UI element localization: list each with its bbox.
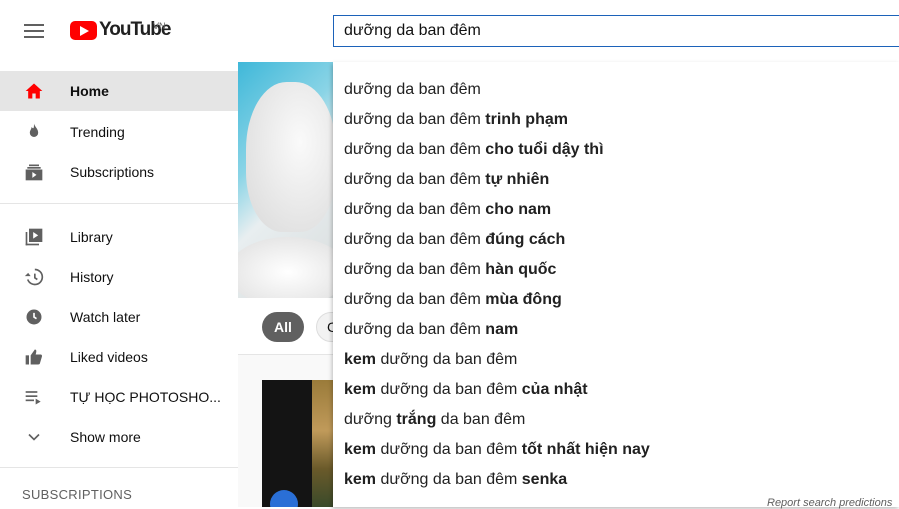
suggestion-completion: đúng cách xyxy=(485,231,566,248)
sidebar-item-library[interactable]: Library xyxy=(0,217,238,257)
sidebar-item-trending[interactable]: Trending xyxy=(0,112,238,152)
suggestion-text: dưỡng da ban đêm xyxy=(344,231,486,248)
suggestion-completion: mùa đông xyxy=(485,291,562,308)
suggestion-item[interactable]: dưỡng da ban đêm đúng cách xyxy=(344,231,565,249)
suggestion-item[interactable]: dưỡng da ban đêm nam xyxy=(344,321,518,339)
suggestion-completion: hàn quốc xyxy=(485,261,557,278)
history-icon xyxy=(24,268,44,286)
suggestion-item[interactable]: kem dưỡng da ban đêm của nhật xyxy=(344,381,588,399)
subscriptions-icon xyxy=(25,164,43,181)
sidebar-item-label: History xyxy=(70,269,114,285)
report-search-predictions-link[interactable]: Report search predictions xyxy=(767,497,892,509)
suggestion-completion: trinh phạm xyxy=(485,111,568,128)
suggestion-item[interactable]: dưỡng da ban đêm cho nam xyxy=(344,201,551,219)
video-thumbnail[interactable] xyxy=(262,380,342,507)
suggestion-item[interactable]: kem dưỡng da ban đêm tốt nhất hiện nay xyxy=(344,441,650,459)
suggestion-item[interactable]: dưỡng da ban đêm hàn quốc xyxy=(344,261,556,279)
suggestion-completion: tốt nhất hiện nay xyxy=(521,441,650,458)
suggestion-text: dưỡng da ban đêm xyxy=(344,261,486,278)
sidebar-item-label: Watch later xyxy=(70,309,141,325)
sidebar-item-label: Subscriptions xyxy=(70,164,155,180)
country-code: VN xyxy=(153,21,166,31)
sidebar-item-label: Show more xyxy=(70,429,141,445)
thumbs-up-icon xyxy=(25,349,43,365)
suggestion-completion: nam xyxy=(485,321,519,338)
suggestion-item[interactable]: dưỡng da ban đêm trinh phạm xyxy=(344,111,568,129)
sidebar-item-label: TỰ HỌC PHOTOSHO... xyxy=(70,389,221,405)
suggestion-text: dưỡng da ban đêm xyxy=(344,321,486,338)
suggestion-item[interactable]: dưỡng da ban đêm cho tuổi dậy thì xyxy=(344,141,604,159)
suggestion-prefix: kem xyxy=(344,471,377,488)
sidebar-item-playlist[interactable]: TỰ HỌC PHOTOSHO... xyxy=(0,377,238,417)
suggestion-completion: cho nam xyxy=(485,201,552,218)
sidebar-item-subscriptions[interactable]: Subscriptions xyxy=(0,152,238,192)
suggestion-text: dưỡng da ban đêm xyxy=(344,171,486,188)
suggestion-prefix: kem xyxy=(344,381,377,398)
home-icon xyxy=(25,83,43,99)
suggestion-text: dưỡng da ban đêm xyxy=(376,351,518,368)
sidebar-item-label: Liked videos xyxy=(70,349,148,365)
play-logo-icon xyxy=(70,20,97,40)
suggestion-prefix: kem xyxy=(344,441,377,458)
sidebar-item-label: Trending xyxy=(70,124,125,140)
suggestion-text: dưỡng da ban đêm xyxy=(344,81,481,98)
sidebar-item-home[interactable]: Home xyxy=(0,71,238,111)
suggestion-text: dưỡng da ban đêm xyxy=(376,471,522,488)
search-input[interactable] xyxy=(333,15,899,47)
sidebar-item-label: Library xyxy=(70,229,113,245)
playlist-icon xyxy=(25,391,41,405)
divider xyxy=(0,467,238,468)
suggestion-completion: senka xyxy=(521,471,568,488)
suggestion-text: da ban đêm xyxy=(436,411,526,428)
suggestion-completion: cho tuổi dậy thì xyxy=(485,141,604,158)
suggestion-text: dưỡng xyxy=(344,411,397,428)
sidebar-item-label: Home xyxy=(70,83,109,99)
suggestion-completion: trắng xyxy=(396,411,437,428)
suggestion-item[interactable]: dưỡng trắng da ban đêm xyxy=(344,411,525,429)
trending-icon xyxy=(29,123,39,137)
search-suggestions-dropdown: dưỡng da ban đêm dưỡng da ban đêm trinh … xyxy=(333,62,899,509)
suggestion-text: dưỡng da ban đêm xyxy=(376,381,522,398)
suggestion-item[interactable]: kem dưỡng da ban đêm xyxy=(344,351,517,369)
suggestion-completion: tự nhiên xyxy=(485,171,550,188)
library-icon xyxy=(25,228,43,246)
sidebar-item-liked-videos[interactable]: Liked videos xyxy=(0,337,238,377)
divider xyxy=(0,203,238,204)
sidebar-item-show-more[interactable]: Show more xyxy=(0,417,238,457)
suggestion-item[interactable]: dưỡng da ban đêm xyxy=(344,81,481,99)
suggestion-text: dưỡng da ban đêm xyxy=(344,201,486,218)
subscriptions-section-title: SUBSCRIPTIONS xyxy=(22,487,133,502)
channel-badge-icon xyxy=(270,490,298,507)
chevron-down-icon xyxy=(28,433,40,441)
suggestion-prefix: kem xyxy=(344,351,377,368)
sidebar-item-history[interactable]: History xyxy=(0,257,238,297)
sidebar-item-watch-later[interactable]: Watch later xyxy=(0,297,238,337)
hamburger-menu-icon[interactable] xyxy=(24,24,44,38)
banner-image[interactable] xyxy=(238,62,333,298)
suggestion-text: dưỡng da ban đêm xyxy=(344,141,486,158)
suggestion-text: dưỡng da ban đêm xyxy=(344,291,486,308)
suggestion-item[interactable]: dưỡng da ban đêm mùa đông xyxy=(344,291,562,309)
suggestion-text: dưỡng da ban đêm xyxy=(344,111,486,128)
sidebar: Home Trending Subscriptions Library Hist… xyxy=(0,62,238,507)
suggestion-completion: của nhật xyxy=(521,381,588,398)
clock-icon xyxy=(26,309,42,325)
suggestion-item[interactable]: kem dưỡng da ban đêm senka xyxy=(344,471,567,489)
chip-all[interactable]: All xyxy=(262,312,304,342)
top-bar: YouTube VN xyxy=(0,0,899,62)
suggestion-text: dưỡng da ban đêm xyxy=(376,441,522,458)
suggestion-item[interactable]: dưỡng da ban đêm tự nhiên xyxy=(344,171,549,189)
